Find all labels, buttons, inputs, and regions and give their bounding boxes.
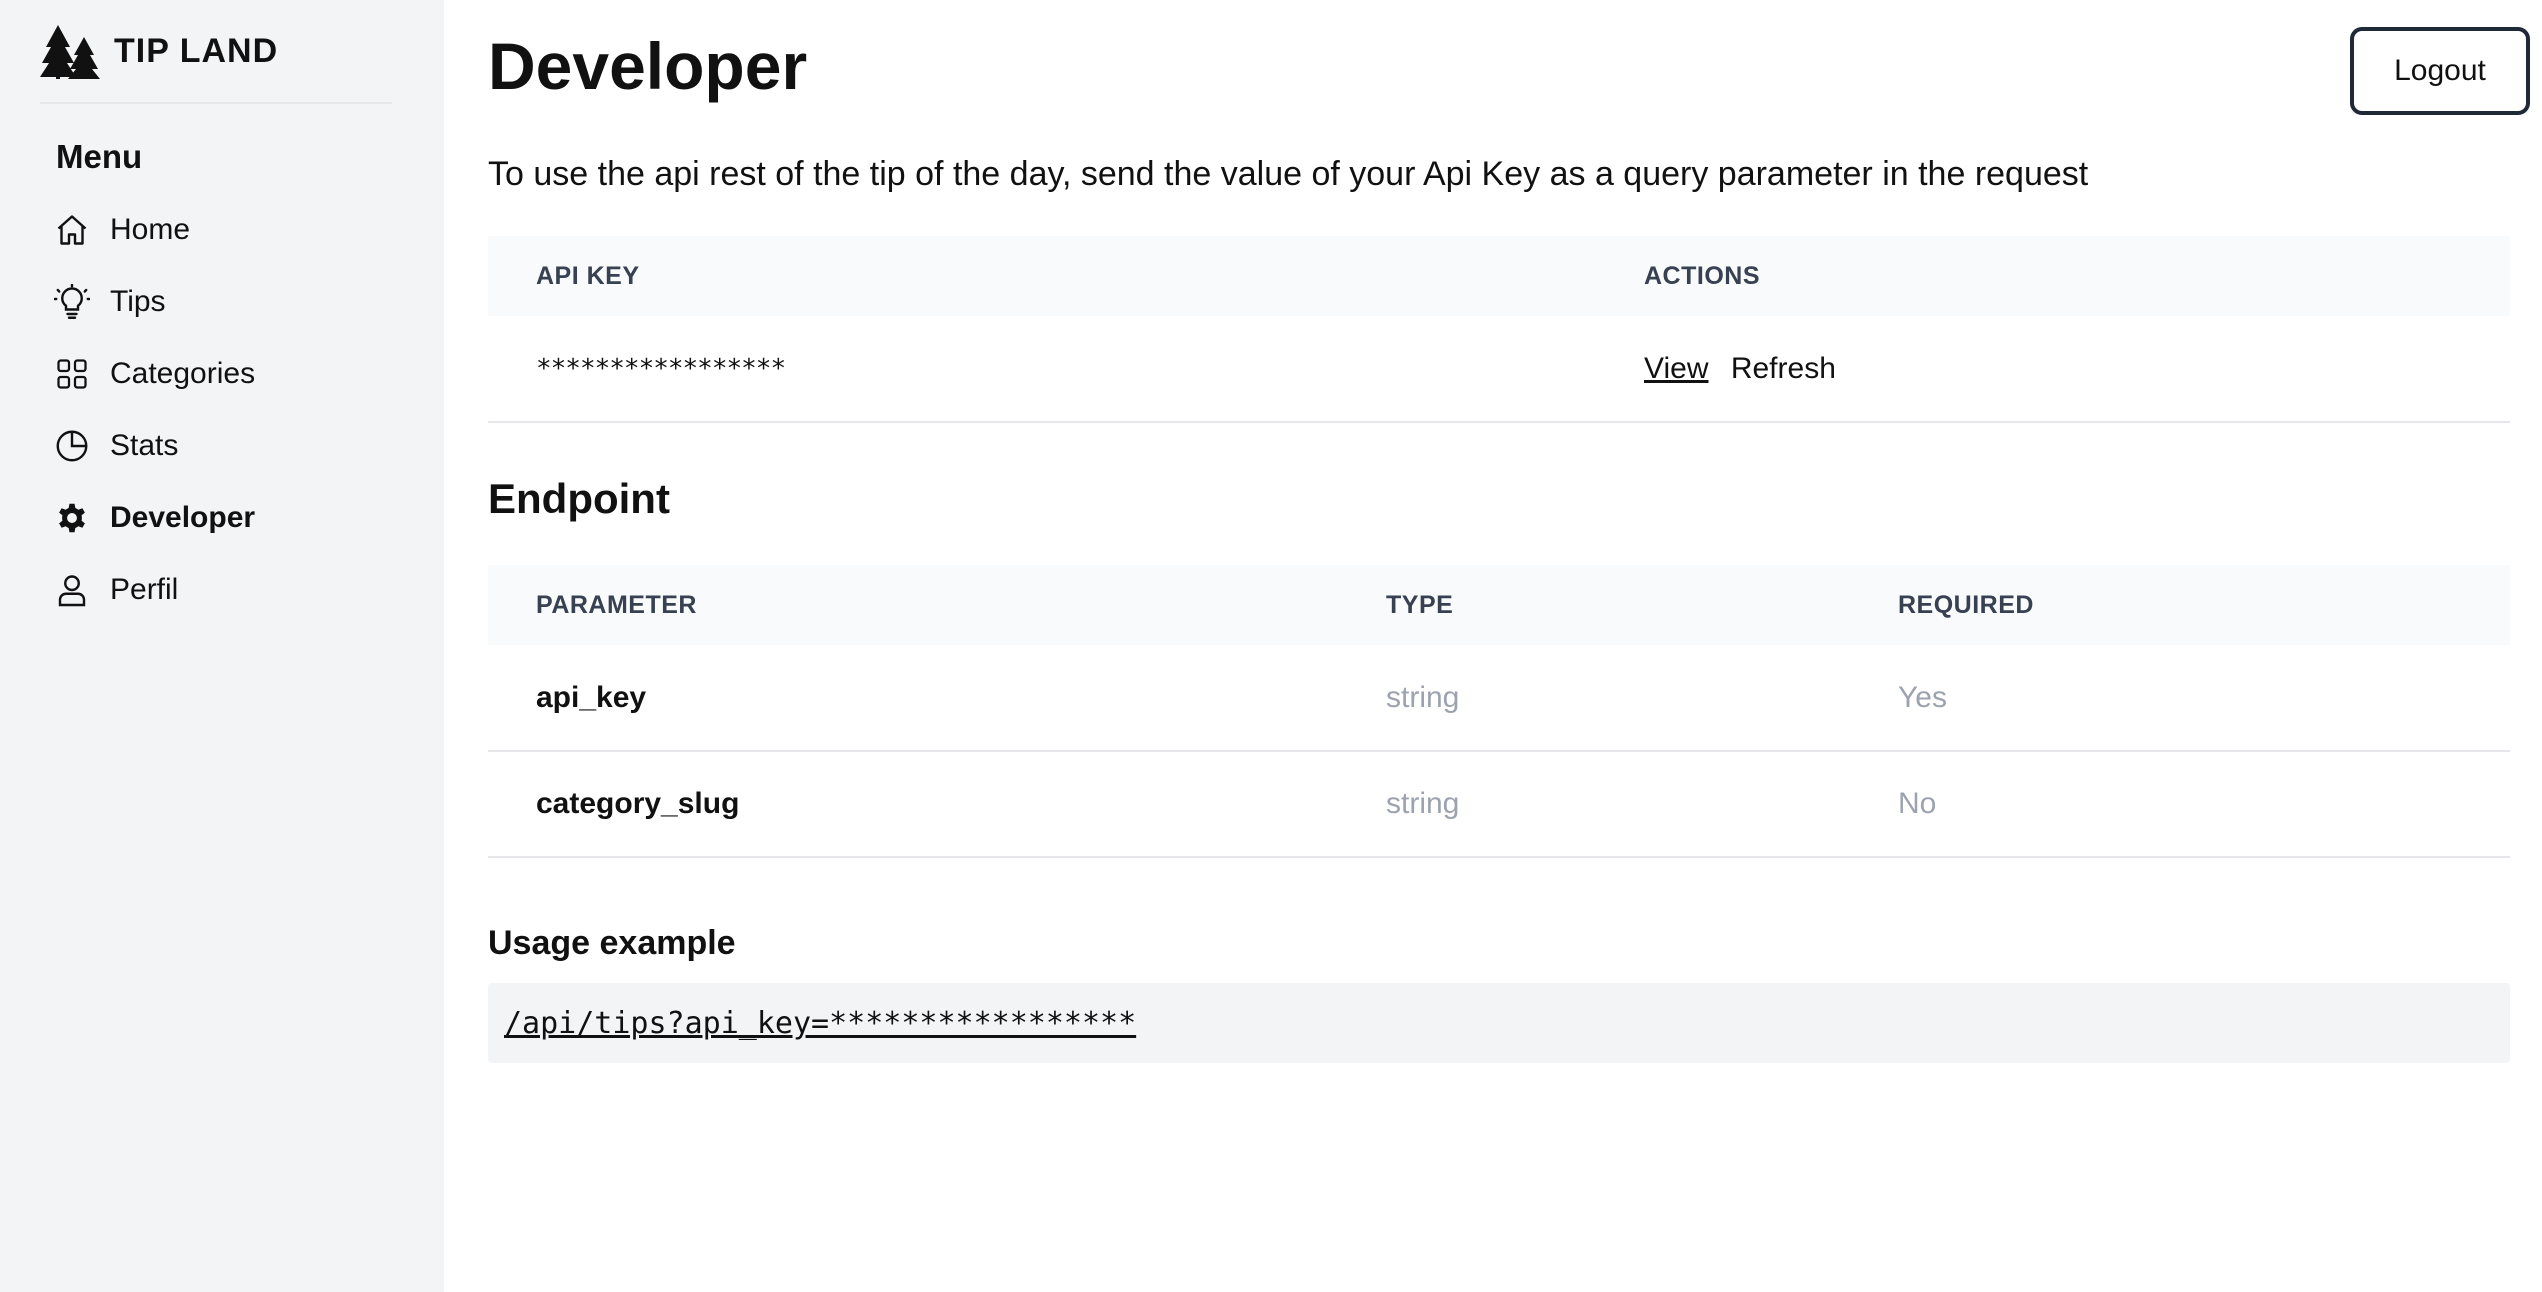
actions-cell: View Refresh	[1596, 316, 2510, 424]
trees-logo-icon	[40, 23, 100, 79]
parameter-required: No	[1850, 751, 2510, 859]
sidebar-item-developer[interactable]: Developer	[40, 482, 444, 554]
sidebar: TIP LAND Menu Home Tips Categories Stats…	[0, 0, 444, 1292]
sidebar-item-label: Perfil	[110, 573, 179, 606]
parameter-name: api_key	[488, 645, 1338, 753]
endpoint-table: PARAMETER TYPE REQUIRED api_key string Y…	[488, 565, 2510, 859]
pie-chart-icon	[54, 428, 90, 464]
intro-text: To use the api rest of the tip of the da…	[488, 155, 2089, 193]
parameter-type: string	[1338, 751, 1850, 859]
endpoint-title: Endpoint	[488, 475, 670, 523]
usage-example-title: Usage example	[488, 924, 736, 963]
user-icon	[54, 572, 90, 608]
sidebar-item-label: Tips	[110, 285, 166, 318]
sidebar-item-label: Developer	[110, 501, 256, 534]
api-key-table: API KEY ACTIONS ***************** View R…	[488, 236, 2510, 424]
sidebar-item-home[interactable]: Home	[40, 194, 444, 266]
menu-title: Menu	[56, 138, 143, 175]
main-content: Developer Logout To use the api rest of …	[444, 0, 2542, 1292]
table-header-row: API KEY ACTIONS	[488, 236, 2510, 317]
usage-code-box: /api/tips?api_key=*****************	[488, 983, 2510, 1064]
sidebar-item-label: Home	[110, 213, 191, 246]
parameter-name: category_slug	[488, 751, 1338, 859]
api-key-value: *****************	[488, 316, 1596, 424]
refresh-link[interactable]: Refresh	[1731, 352, 1836, 385]
sidebar-item-label: Categories	[110, 357, 256, 390]
column-header-type: TYPE	[1386, 590, 1454, 619]
sidebar-item-perfil[interactable]: Perfil	[40, 554, 444, 626]
table-header-row: PARAMETER TYPE REQUIRED	[488, 565, 2510, 646]
grid-icon	[54, 356, 90, 392]
sidebar-item-categories[interactable]: Categories	[40, 338, 444, 410]
view-link[interactable]: View	[1644, 352, 1708, 385]
column-header-required: REQUIRED	[1898, 590, 2034, 619]
brand[interactable]: TIP LAND	[40, 0, 392, 104]
sidebar-item-stats[interactable]: Stats	[40, 410, 444, 482]
parameter-required: Yes	[1850, 645, 2510, 753]
sidebar-item-tips[interactable]: Tips	[40, 266, 444, 338]
sidebar-item-label: Stats	[110, 429, 179, 462]
brand-name: TIP LAND	[114, 31, 279, 70]
app-root: TIP LAND Menu Home Tips Categories Stats…	[0, 0, 2542, 1292]
home-icon	[54, 212, 90, 248]
table-row: category_slug string No	[488, 751, 2510, 859]
table-row: api_key string Yes	[488, 645, 2510, 753]
lightbulb-icon	[54, 284, 90, 320]
column-header-parameter: PARAMETER	[536, 590, 697, 619]
column-header-actions: ACTIONS	[1644, 261, 1760, 290]
page-title: Developer	[488, 29, 808, 103]
parameter-type: string	[1338, 645, 1850, 753]
sidebar-menu: Home Tips Categories Stats Developer Per…	[40, 194, 444, 626]
gear-icon	[54, 500, 90, 536]
usage-code-link[interactable]: /api/tips?api_key=*****************	[504, 1006, 1136, 1041]
column-header-api-key: API KEY	[536, 261, 640, 290]
logout-button[interactable]: Logout	[2350, 27, 2530, 115]
table-row: ***************** View Refresh	[488, 316, 2510, 424]
